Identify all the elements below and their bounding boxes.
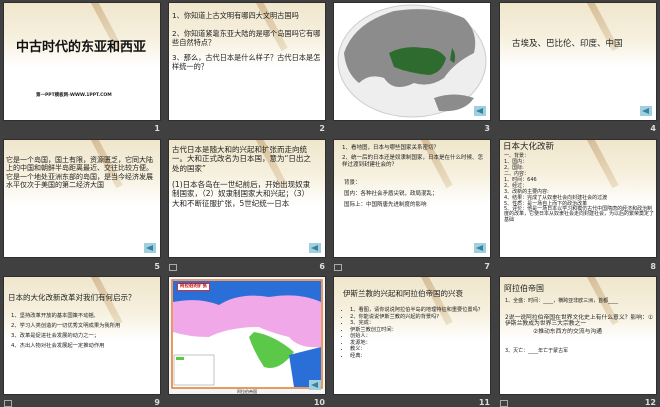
slide-thumbnail-8[interactable]: 日本大化改新 一、背景： 1、国内： 2、国际: 二、内容： 1、时间：646 … [500, 140, 656, 257]
slide-thumbnail-12[interactable]: 阿拉伯帝国 1、全盛：时间：____，横跨亚非欧三洲，首都____ 2说一说阿拉… [500, 277, 656, 394]
slide-line: 背景： [344, 180, 361, 186]
slide-title: 伊斯兰教的兴起和阿拉伯帝国的兴衰 [343, 289, 463, 298]
slide-thumbnail-5[interactable]: 它是一个岛国，国土有限，资源匮乏，它同大陆上的中国和朝鲜半岛距离最近、交往比较方… [4, 140, 160, 257]
slide-line: 1、全盛：时间：____，横跨亚非欧三洲，首都____ [505, 298, 619, 304]
transition-icon[interactable] [169, 264, 177, 271]
slide-paragraph: 古代日本是随大和的兴起和扩张而走向统一。大和正式改名为日本国，意为“日出之处的国… [172, 145, 311, 173]
slide-line: 1、你知道上古文明有哪四大文明古国吗 [172, 11, 299, 20]
slide-thumbnail-3[interactable] [334, 3, 490, 120]
slide-number: 3 [484, 124, 490, 133]
slide-line: 国际上：中国隋唐先进制度的影响 [344, 202, 427, 208]
slide-number: 5 [154, 262, 160, 271]
slide-title: 日本大化改新 [503, 142, 555, 152]
back-button[interactable] [640, 106, 652, 116]
slide-line: 2、统一后的日本还是奴隶制国家，日本是在什么时候、怎样过渡到封建社会的？ [342, 155, 484, 168]
slide-line: 2、学习人类创造的一切优秀文明成果为我所用 [11, 323, 121, 329]
slide-title: 日本的大化改新改革对我们有何启示？ [8, 293, 136, 302]
slide-number: 8 [650, 262, 656, 271]
slide-number: 6 [319, 262, 325, 271]
back-button[interactable] [474, 243, 486, 253]
back-button[interactable] [474, 106, 486, 116]
slide-line: 3、改革是促进社会发展的动力之一； [11, 333, 100, 339]
slide-thumbnail-10[interactable]: 阿拉伯的扩张 阿拉伯帝国 [169, 277, 325, 394]
slide-line: 2说一说阿拉伯帝国在世界文化史上有什么意义？影响：①伊斯兰教成为世界三大宗教之一 [505, 315, 654, 328]
slide-paragraph: (1)日本各岛在一世纪前后，开始出现奴隶制国家，（2）奴隶制国家大和兴起；（3）… [172, 180, 311, 208]
slide-text: 古埃及、巴比伦、印度、中国 [512, 39, 623, 49]
slide-thumbnail-1[interactable]: 中古时代的东亚和西亚 第一PPT模板网-WWW.1PPT.COM [4, 3, 160, 120]
map-caption: 阿拉伯帝国 [237, 389, 257, 394]
slide-number: 4 [650, 124, 656, 133]
slide-thumbnail-7[interactable]: 1、看地图，日本与哪些国家关系密切？ 2、统一后的日本还是奴隶制国家，日本是在什… [334, 140, 490, 257]
slide-number: 1 [154, 124, 160, 133]
slide-line: 国内：各种社会矛盾尖锐，政局混乱； [344, 191, 438, 197]
slide-line: 1、坚持改革开放的基本国策不动摇, [11, 313, 96, 319]
slide-thumbnail-4[interactable]: 古埃及、巴比伦、印度、中国 [500, 3, 656, 120]
slide-title: 中古时代的东亚和西亚 [16, 40, 147, 55]
slide-footer: 第一PPT模板网-WWW.1PPT.COM [36, 93, 112, 98]
slide-thumbnail-2[interactable]: 1、你知道上古文明有哪四大文明古国吗 2、你知道紧靠东亚大陆的是哪个岛国吗它有哪… [169, 3, 325, 120]
back-button[interactable] [309, 243, 321, 253]
transition-icon[interactable] [334, 264, 342, 271]
map-title: 阿拉伯的扩张 [177, 283, 210, 291]
slide-line: 1、看图，请你说说阿拉伯半岛的地理特征和重要位置吗？ [350, 307, 490, 314]
slide-thumbnail-9[interactable]: 日本的大化改新改革对我们有何启示？ 1、坚持改革开放的基本国策不动摇, 2、学习… [4, 277, 160, 394]
slide-title: 阿拉伯帝国 [504, 284, 544, 293]
slide-list: 1、看图，请你说说阿拉伯半岛的地理特征和重要位置吗？ 2、你能说说伊斯兰教的兴起… [342, 307, 490, 359]
back-button[interactable] [144, 243, 156, 253]
slide-number: 2 [319, 124, 325, 133]
slide-line: 4、杰出人物对社会发展起一定推动作用 [11, 343, 105, 349]
slide-thumbnail-11[interactable]: 伊斯兰教的兴起和阿拉伯帝国的兴衰 1、看图，请你说说阿拉伯半岛的地理特征和重要位… [334, 277, 490, 394]
slide-number: 7 [484, 262, 490, 271]
back-button[interactable] [309, 380, 321, 390]
slide-line: 经典： [350, 353, 490, 360]
slide-line: 2、你知道紧靠东亚大陆的是哪个岛国吗它有哪些自然特点？ [172, 29, 321, 47]
slide-thumbnail-6[interactable]: 古代日本是随大和的兴起和扩张而走向统一。大和正式改名为日本国，意为“日出之处的国… [169, 140, 325, 257]
slide-line: ②推动东西方的交流与沟通 [533, 329, 602, 335]
slide-line: 5、评价：他是一场日本以学习和模仿古代中国隋唐的经济和政治制度的改革，它使日本从… [504, 206, 655, 223]
asia-globe-map [337, 4, 487, 118]
arab-expansion-map [171, 279, 323, 389]
slide-line: 3、那么，古代日本是什么样子？古代日本是怎样统一的？ [172, 53, 321, 71]
slide-text: 它是一个岛国，国土有限，资源匮乏，它同大陆上的中国和朝鲜半岛距离最近、交往比较方… [6, 156, 153, 190]
slide-line: 3、灭亡：____年亡于蒙古军 [505, 348, 569, 354]
slide-list: 一、背景： 1、国内： 2、国际: 二、内容： 1、时间：646 2、经过： 3… [504, 153, 654, 223]
slide-line: 1、看地图，日本与哪些国家关系密切？ [342, 145, 440, 151]
